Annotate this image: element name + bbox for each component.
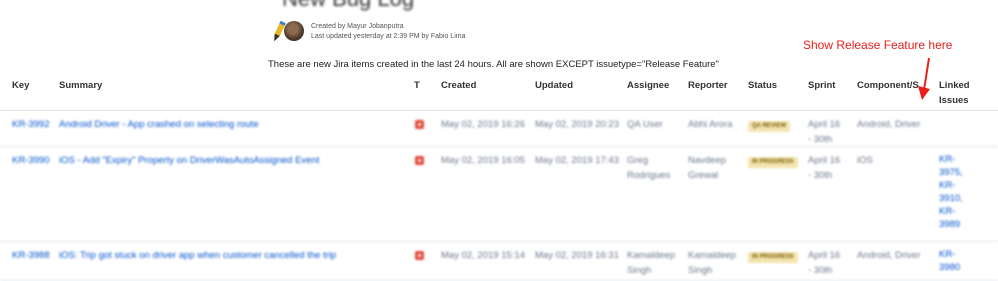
linked-issue-link[interactable]: 3980 [939, 261, 960, 274]
page-byline: Created by Mayur Jobanputra Last updated… [311, 22, 465, 42]
issue-key-link[interactable]: KR-3992 [12, 117, 50, 132]
sprint-cell: April 16 - 30th [808, 117, 840, 147]
linked-issue-link[interactable]: 3975, [939, 166, 963, 179]
assignee-name-line1: Greg [627, 155, 649, 166]
linked-issue-link[interactable]: KR- [939, 248, 960, 261]
updated-cell: May 02, 2019 16:31 [535, 250, 619, 261]
column-header-sprint[interactable]: Sprint [808, 78, 835, 93]
table-header-row: Key Summary T Created Updated Assignee R… [0, 72, 998, 111]
avatar-group [268, 20, 308, 44]
sprint-line1: April 16 [808, 155, 841, 166]
bug-icon [415, 251, 424, 260]
issue-summary-link[interactable]: iOS - Add "Expiry" Property on DriverWas… [59, 153, 319, 168]
linked-issues-cell: KR- 3975, KR- 3910, KR- 3989 [939, 153, 963, 231]
linked-issues-cell: KR- 3980 [939, 248, 960, 274]
reporter-name-line1: Kamaldeep [688, 250, 737, 261]
issue-key-link[interactable]: KR-3990 [12, 153, 50, 168]
assignee-name-line1: Kamaldeep [627, 250, 676, 261]
column-header-summary[interactable]: Summary [59, 78, 102, 93]
sprint-line2: - 30th [808, 134, 833, 145]
linked-issue-link[interactable]: KR- [939, 205, 963, 218]
reporter-name-line1: Navdeep [688, 155, 727, 166]
column-header-key[interactable]: Key [12, 78, 29, 93]
last-updated-text: Last updated yesterday at 2:39 PM by Fab… [311, 33, 466, 40]
status-cell: IN PROGRESS [748, 153, 798, 168]
column-header-created[interactable]: Created [441, 78, 476, 93]
reporter-name-line2: Singh [688, 265, 713, 276]
column-header-linked-line1: Linked [939, 80, 970, 91]
component-cell: iOS [857, 155, 873, 166]
assignee-name-line2: Singh [627, 265, 652, 276]
assignee-cell: Greg Rodrigues [627, 153, 670, 183]
component-cell: Android, Driver [857, 119, 921, 130]
column-header-reporter[interactable]: Reporter [688, 78, 728, 93]
created-cell: May 02, 2019 15:14 [441, 250, 525, 261]
sprint-line1: April 16 [808, 119, 841, 130]
page-description: These are new Jira items created in the … [268, 59, 719, 70]
sprint-line2: - 30th [808, 265, 833, 276]
status-badge: IN PROGRESS [748, 252, 798, 263]
status-cell: QA REVIEW [748, 117, 791, 132]
reporter-name-line2: Grewal [688, 170, 719, 181]
reporter-cell: Kamaldeep Singh [688, 248, 736, 278]
linked-issue-link[interactable]: 3989 [939, 218, 963, 231]
reporter-cell: Abhi Arora [688, 117, 732, 132]
column-header-linked-issues[interactable]: Linked Issues [939, 78, 970, 108]
status-badge: IN PROGRESS [748, 157, 798, 168]
page-title: New Bug Log [282, 0, 414, 12]
linked-issue-link[interactable]: KR- [939, 179, 963, 192]
column-header-component[interactable]: Component/S [857, 78, 919, 93]
column-header-type[interactable]: T [414, 78, 420, 93]
sprint-line2: - 30th [808, 170, 833, 181]
linked-issue-link[interactable]: KR- [939, 153, 963, 166]
reporter-cell: Navdeep Grewal [688, 153, 726, 183]
assignee-name-line2: Rodrigues [627, 170, 671, 181]
bug-icon [415, 156, 424, 165]
table-row: KR-3990 iOS - Add "Expiry" Property on D… [0, 146, 998, 242]
issue-summary-link[interactable]: iOS: Trip got stuck on driver app when c… [59, 248, 336, 263]
created-cell: May 02, 2019 16:26 [441, 119, 525, 130]
issue-summary-link[interactable]: Android Driver - App crashed on selectin… [59, 117, 259, 132]
sprint-line1: April 16 [808, 250, 841, 261]
column-header-linked-line2: Issues [939, 95, 969, 106]
created-cell: May 02, 2019 16:05 [441, 155, 525, 166]
component-cell: Android, Driver [857, 250, 921, 261]
bug-icon [415, 120, 424, 129]
table-row: KR-3988 iOS: Trip got stuck on driver ap… [0, 241, 998, 281]
assignee-cell: Kamaldeep Singh [627, 248, 675, 278]
assignee-name-line1: QA User [627, 119, 663, 130]
status-cell: IN PROGRESS [748, 248, 798, 263]
sprint-cell: April 16 - 30th [808, 248, 840, 278]
assignee-cell: QA User [627, 117, 663, 132]
annotation-text: Show Release Feature here [803, 38, 953, 52]
table-row: KR-3992 Android Driver - App crashed on … [0, 110, 998, 147]
column-header-updated[interactable]: Updated [535, 78, 573, 93]
linked-issue-link[interactable]: 3910, [939, 192, 963, 205]
reporter-name-line1: Abhi Arora [688, 119, 733, 130]
user-avatar[interactable] [284, 21, 304, 41]
created-by-text: Created by Mayur Jobanputra [311, 23, 404, 30]
column-header-assignee[interactable]: Assignee [627, 78, 669, 93]
updated-cell: May 02, 2019 17:43 [535, 155, 619, 166]
column-header-status[interactable]: Status [748, 78, 777, 93]
updated-cell: May 02, 2019 20:23 [535, 119, 619, 130]
sprint-cell: April 16 - 30th [808, 153, 840, 183]
status-badge: QA REVIEW [748, 121, 791, 132]
issue-key-link[interactable]: KR-3988 [12, 248, 50, 263]
